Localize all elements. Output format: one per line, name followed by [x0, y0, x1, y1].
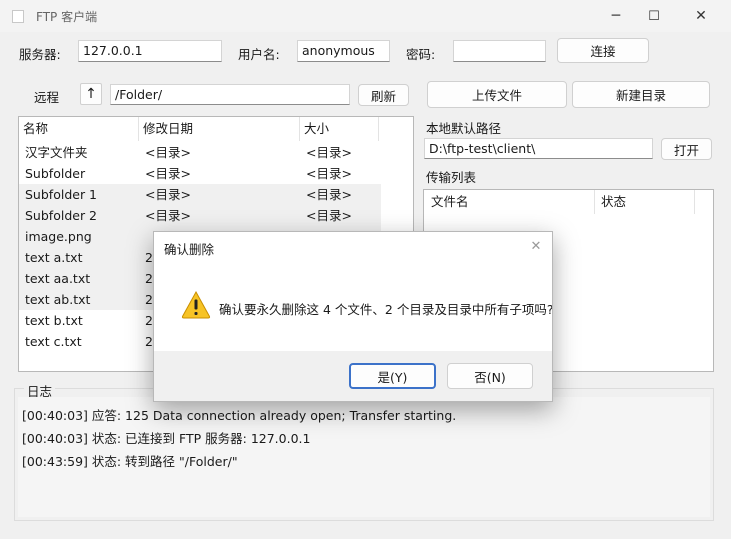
window-title: FTP 客户端 [36, 10, 98, 24]
warning-icon [181, 290, 211, 319]
column-header-date[interactable]: 修改日期 [139, 117, 300, 141]
password-label: 密码: [406, 47, 436, 62]
local-path-label: 本地默认路径 [426, 121, 502, 136]
file-name: text c.txt [25, 334, 82, 349]
column-header-status[interactable]: 状态 [595, 190, 695, 214]
file-date: <目录> [145, 166, 191, 181]
file-size: <目录> [306, 187, 352, 202]
server-input[interactable]: 127.0.0.1 [78, 40, 222, 62]
file-name: text aa.txt [25, 271, 91, 286]
log-line: [00:43:59] 状态: 转到路径 "/Folder/" [22, 454, 238, 469]
app-icon [12, 10, 24, 23]
user-label: 用户名: [238, 47, 280, 62]
file-name: text ab.txt [25, 292, 91, 307]
dialog-close-button[interactable]: ✕ [524, 234, 548, 258]
log-line: [00:40:03] 状态: 已连接到 FTP 服务器: 127.0.0.1 [22, 431, 311, 446]
dialog-message: 确认要永久删除这 4 个文件、2 个目录及目录中所有子项吗? [219, 302, 553, 317]
log-line: [00:40:03] 应答: 125 Data connection alrea… [22, 408, 457, 423]
title-bar: FTP 客户端 ─ ☐ ✕ [0, 0, 731, 32]
remote-path-input[interactable]: /Folder/ [110, 84, 350, 105]
column-header-filename[interactable]: 文件名 [424, 190, 595, 214]
upload-file-button[interactable]: 上传文件 [427, 81, 567, 108]
open-button[interactable]: 打开 [661, 138, 712, 160]
local-path-input[interactable]: D:\ftp-test\client\ [424, 138, 653, 159]
list-item[interactable]: Subfolder <目录> <目录> [19, 163, 381, 184]
no-button[interactable]: 否(N) [447, 363, 533, 389]
maximize-button[interactable]: ☐ [631, 0, 677, 32]
list-item[interactable]: 汉字文件夹 <目录> <目录> [19, 142, 381, 163]
refresh-button[interactable]: 刷新 [358, 84, 409, 106]
up-directory-button[interactable]: ↑ [80, 83, 102, 105]
connect-button[interactable]: 连接 [557, 38, 649, 63]
log-area[interactable]: [00:40:03] 应答: 125 Data connection alrea… [18, 397, 710, 517]
server-label: 服务器: [19, 47, 61, 62]
list-item-selected[interactable]: Subfolder 2 <目录> <目录> [19, 205, 381, 226]
new-directory-button[interactable]: 新建目录 [572, 81, 710, 108]
file-name: 汉字文件夹 [25, 145, 88, 160]
dialog-title: 确认删除 [164, 242, 215, 257]
file-name: text b.txt [25, 313, 83, 328]
column-header-name[interactable]: 名称 [19, 117, 139, 141]
column-header-size[interactable]: 大小 [300, 117, 379, 141]
file-name: Subfolder [25, 166, 86, 181]
yes-button[interactable]: 是(Y) [349, 363, 436, 389]
close-button[interactable]: ✕ [678, 0, 724, 32]
file-name: image.png [25, 229, 92, 244]
password-input[interactable] [453, 40, 546, 62]
file-name: Subfolder 2 [25, 208, 98, 223]
file-name: Subfolder 1 [25, 187, 98, 202]
file-date: <目录> [145, 145, 191, 160]
file-name: text a.txt [25, 250, 83, 265]
list-item-selected[interactable]: Subfolder 1 <目录> <目录> [19, 184, 381, 205]
remote-label: 远程 [34, 90, 60, 105]
confirm-delete-dialog: 确认删除 ✕ 确认要永久删除这 4 个文件、2 个目录及目录中所有子项吗? 是(… [153, 231, 553, 402]
file-date: <目录> [145, 208, 191, 223]
file-size: <目录> [306, 208, 352, 223]
file-date: <目录> [145, 187, 191, 202]
dialog-footer: 是(Y) 否(N) [154, 351, 552, 401]
file-size: <目录> [306, 166, 352, 181]
file-size: <目录> [306, 145, 352, 160]
transfer-list-label: 传输列表 [426, 170, 477, 185]
user-input[interactable]: anonymous [297, 40, 390, 62]
